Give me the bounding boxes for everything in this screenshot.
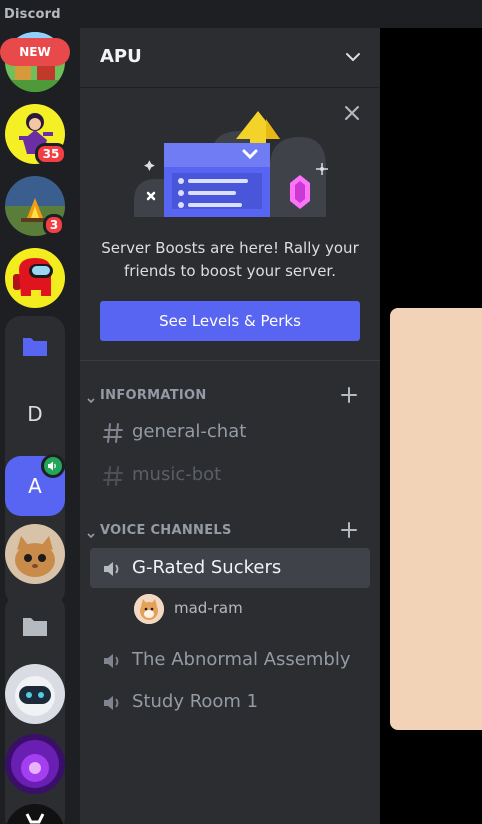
- channel-name: music-bot: [132, 464, 222, 485]
- voice-user[interactable]: mad-ram: [134, 592, 354, 624]
- server-icon-purple[interactable]: [5, 734, 65, 794]
- voice-user-name: mad-ram: [174, 599, 243, 617]
- speaker-icon: [41, 454, 65, 478]
- see-levels-perks-button[interactable]: See Levels & Perks: [100, 301, 360, 341]
- boost-promo-card: Server Boosts are here! Rally your frien…: [80, 89, 380, 361]
- channel-name: G-Rated Suckers: [132, 557, 282, 578]
- channel-sidebar: APU Server Boosts are here! Rally your f…: [80, 28, 380, 824]
- chevron-down-icon: [86, 526, 96, 545]
- chevron-down-icon: [86, 391, 96, 410]
- channel-the-abnormal-assembly[interactable]: The Abnormal Assembly: [90, 642, 370, 678]
- folder-icon[interactable]: [5, 316, 65, 376]
- boost-description: Server Boosts are here! Rally your frien…: [101, 239, 359, 280]
- server-icon-cat[interactable]: [5, 524, 65, 584]
- chevron-down-icon: [344, 48, 362, 70]
- avatar: [134, 594, 164, 624]
- channel-name: general-chat: [132, 421, 247, 442]
- category-information[interactable]: INFORMATION: [86, 386, 374, 406]
- content-area: [380, 28, 482, 824]
- server-header[interactable]: APU: [80, 28, 380, 88]
- speaker-icon: [102, 692, 124, 718]
- mention-badge: 3: [43, 214, 65, 236]
- add-channel-icon[interactable]: [340, 521, 358, 543]
- folder-icon[interactable]: [5, 596, 65, 656]
- category-label: VOICE CHANNELS: [100, 523, 232, 538]
- content-panel: [390, 308, 482, 730]
- channel-general-chat[interactable]: general-chat: [90, 414, 370, 450]
- hashtag-icon: [102, 422, 124, 448]
- boost-illustration: [132, 105, 328, 221]
- category-voice-channels[interactable]: VOICE CHANNELS: [86, 521, 374, 541]
- channel-name: The Abnormal Assembly: [132, 649, 351, 670]
- app-title: Discord: [4, 7, 61, 22]
- channel-study-room-1[interactable]: Study Room 1: [90, 684, 370, 720]
- channel-name: Study Room 1: [132, 691, 259, 712]
- server-rail: NEW 35 3 D A: [0, 28, 72, 824]
- channel-g-rated-suckers[interactable]: G-Rated Suckers: [90, 548, 370, 588]
- channel-music-bot[interactable]: music-bot: [90, 457, 370, 493]
- server-icon-robot[interactable]: [5, 664, 65, 724]
- close-icon[interactable]: [344, 105, 360, 125]
- speaker-icon: [102, 650, 124, 676]
- server-icon-4[interactable]: [5, 248, 65, 308]
- server-name: APU: [100, 46, 142, 67]
- hashtag-icon: [102, 465, 124, 491]
- add-channel-icon[interactable]: [340, 386, 358, 408]
- category-label: INFORMATION: [100, 388, 207, 403]
- title-bar: Discord: [0, 0, 482, 28]
- speaker-icon: [102, 558, 124, 584]
- new-badge: NEW: [0, 38, 70, 66]
- mention-badge: 35: [35, 143, 67, 165]
- server-letter-d[interactable]: D: [5, 384, 65, 444]
